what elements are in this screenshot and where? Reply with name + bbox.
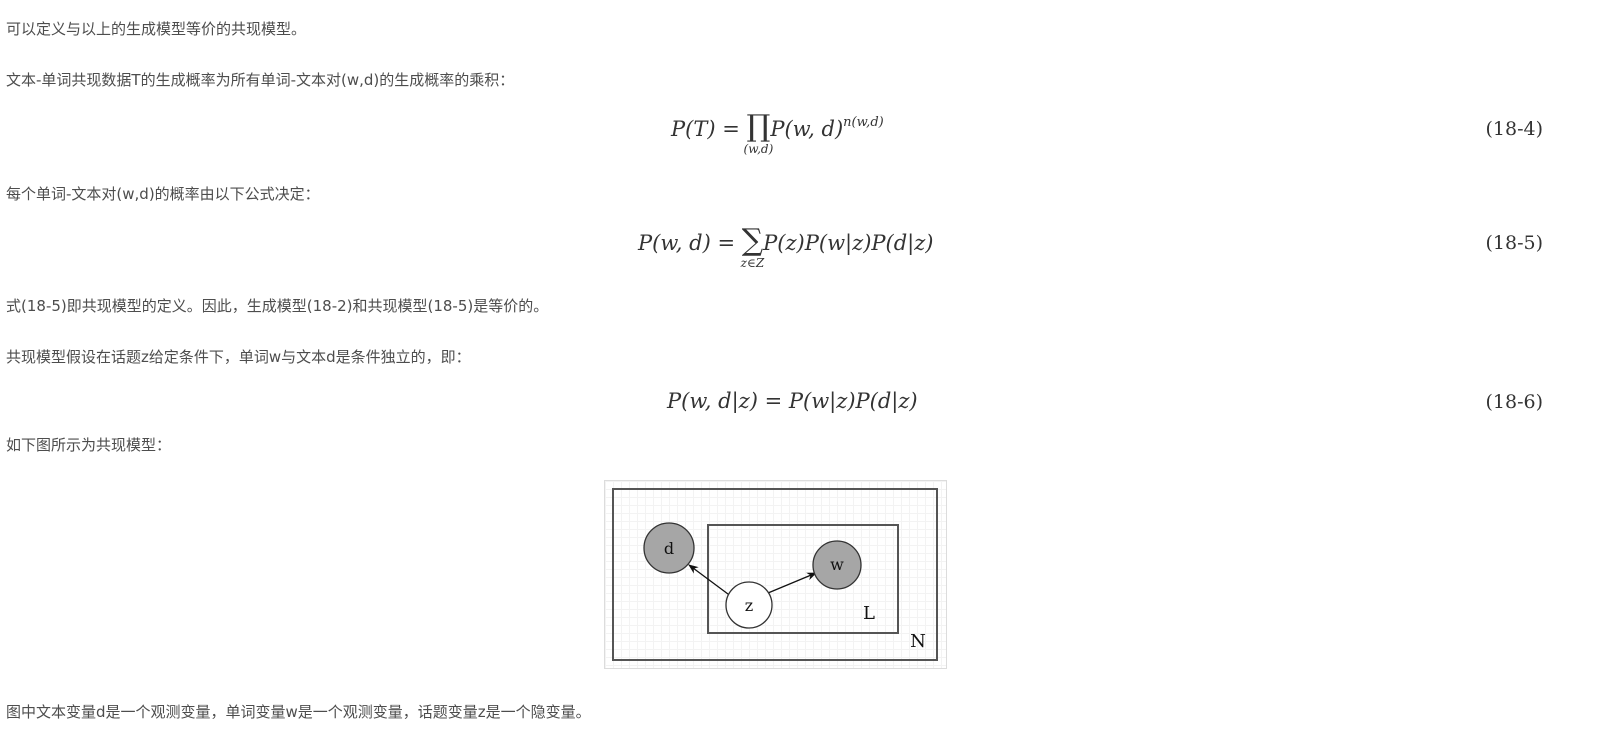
node-d-label: d xyxy=(664,539,674,558)
equation-18-5-formula: P(w, d) = ∑ z∈Z P(z)P(w|z)P(d|z) xyxy=(638,223,934,271)
outer-plate xyxy=(612,488,938,661)
paragraph-variables: 图中文本变量d是一个观测变量，单词变量w是一个观测变量，话题变量z是一个隐变量。 xyxy=(6,703,591,721)
paragraph-assumption: 共现模型假设在话题z给定条件下，单词w与文本d是条件独立的，即： xyxy=(6,348,471,366)
equation-18-4: P(T) = ∏ (w,d) P(w, d)n(w,d) (18-4) xyxy=(0,108,1605,168)
equation-18-4-lhs: P(T) = xyxy=(671,117,747,141)
edge-z-to-w xyxy=(767,572,817,594)
equation-18-4-rhs: P(w, d) xyxy=(770,117,844,141)
product-subscript: (w,d) xyxy=(743,142,774,156)
equation-18-5: P(w, d) = ∑ z∈Z P(z)P(w|z)P(d|z) (18-5) xyxy=(0,222,1605,282)
paragraph-figure-intro: 如下图所示为共现模型： xyxy=(6,436,172,454)
paragraph-intro: 可以定义与以上的生成模型等价的共现模型。 xyxy=(6,20,307,38)
node-z-label: z xyxy=(745,596,753,615)
cooccurrence-model-figure: d w z L N xyxy=(604,480,947,669)
plate-diagram: d w z L N xyxy=(612,488,938,661)
inner-plate-label: L xyxy=(863,603,875,624)
paragraph-generation-probability: 文本-单词共现数据T的生成概率为所有单词-文本对(w,d)的生成概率的乘积： xyxy=(6,71,515,89)
equation-18-6-formula: P(w, d|z) = P(w|z)P(d|z) xyxy=(667,389,918,413)
equation-18-4-formula: P(T) = ∏ (w,d) P(w, d)n(w,d) xyxy=(671,109,884,157)
equation-18-5-rhs: P(z)P(w|z)P(d|z) xyxy=(763,231,934,255)
edge-z-to-d xyxy=(688,564,733,598)
node-w-label: w xyxy=(830,555,844,574)
sum-operator: ∑ z∈Z xyxy=(740,223,765,271)
equation-18-5-lhs: P(w, d) = xyxy=(638,231,742,255)
paragraph-pair-probability: 每个单词-文本对(w,d)的概率由以下公式决定： xyxy=(6,185,320,203)
equation-18-5-number: (18-5) xyxy=(1485,232,1543,254)
equation-18-4-number: (18-4) xyxy=(1485,118,1543,140)
outer-plate-label: N xyxy=(910,631,926,652)
equation-18-6-number: (18-6) xyxy=(1485,391,1543,413)
paragraph-definition: 式(18-5)即共现模型的定义。因此，生成模型(18-2)和共现模型(18-5)… xyxy=(6,297,549,315)
product-operator: ∏ (w,d) xyxy=(743,109,774,157)
equation-18-4-exponent: n(w,d) xyxy=(843,115,884,130)
sum-subscript: z∈Z xyxy=(740,256,765,270)
equation-18-6: P(w, d|z) = P(w|z)P(d|z) (18-6) xyxy=(0,388,1605,420)
